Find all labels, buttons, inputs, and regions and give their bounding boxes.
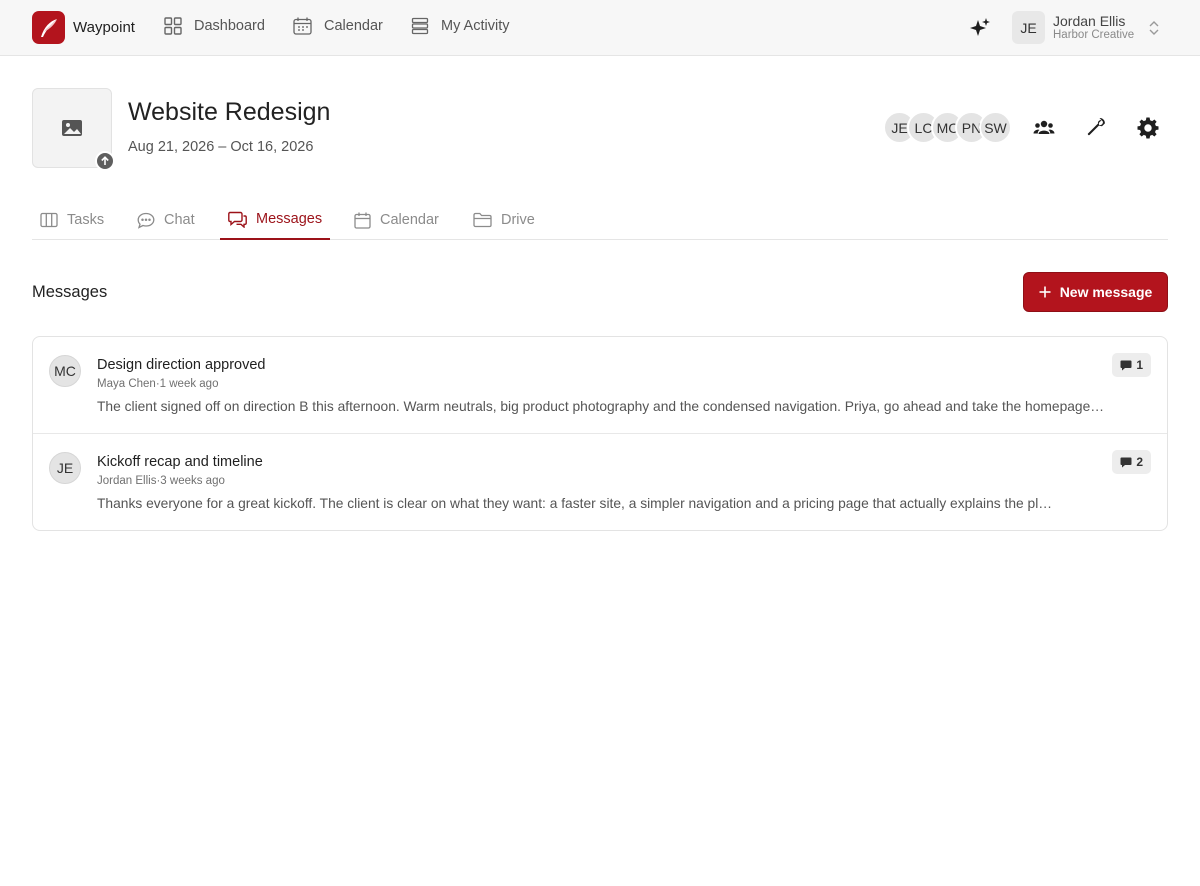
tools-button[interactable] xyxy=(1086,117,1106,142)
tab-messages[interactable]: Messages xyxy=(220,200,331,240)
comment-icon xyxy=(1120,457,1132,467)
message-list: MC Design direction approved Maya Chen·1… xyxy=(32,336,1168,531)
gear-icon xyxy=(1137,117,1159,139)
tab-calendar-label: Calendar xyxy=(380,212,439,228)
people-button[interactable] xyxy=(1033,117,1055,144)
nav-dashboard-label: Dashboard xyxy=(194,18,265,34)
dashboard-grid-icon xyxy=(164,17,182,35)
brand-name: Waypoint xyxy=(73,19,135,36)
message-time: 3 weeks ago xyxy=(160,475,225,487)
tab-drive[interactable]: Drive xyxy=(465,200,543,240)
message-meta: Jordan Ellis·3 weeks ago xyxy=(97,475,225,487)
nav-calendar-label: Calendar xyxy=(324,18,383,34)
ai-sparkle-button[interactable] xyxy=(969,17,991,44)
board-columns-icon xyxy=(40,212,58,228)
project-dates: Aug 21, 2026 – Oct 16, 2026 xyxy=(128,139,314,155)
wrench-icon xyxy=(1087,117,1105,136)
chat-bubble-icon xyxy=(137,212,155,229)
project-tabs: Tasks Chat Messages Calendar Drive xyxy=(32,200,1168,240)
brand[interactable]: Waypoint xyxy=(32,11,135,44)
new-message-button[interactable]: New message xyxy=(1023,272,1168,312)
message-item[interactable]: MC Design direction approved Maya Chen·1… xyxy=(33,337,1167,434)
messages-heading: Messages xyxy=(32,283,108,301)
tab-drive-label: Drive xyxy=(501,212,535,228)
calendar-icon xyxy=(354,212,371,229)
folder-icon xyxy=(473,212,492,228)
author-avatar: MC xyxy=(49,355,81,387)
author-avatar: JE xyxy=(49,452,81,484)
member-avatars[interactable]: JE LC MC PN SW xyxy=(883,111,1012,144)
message-author: Jordan Ellis xyxy=(97,475,157,487)
tab-calendar[interactable]: Calendar xyxy=(346,200,447,240)
nav-dashboard[interactable]: Dashboard xyxy=(164,17,265,35)
activity-list-icon xyxy=(411,17,429,35)
user-name: Jordan Ellis xyxy=(1053,12,1126,29)
messages-icon xyxy=(228,211,247,228)
message-meta: Maya Chen·1 week ago xyxy=(97,378,219,390)
top-navigation: Waypoint Dashboard Calendar My Activity … xyxy=(0,0,1200,56)
message-time: 1 week ago xyxy=(159,378,219,390)
upload-image-button[interactable] xyxy=(95,151,115,171)
settings-button[interactable] xyxy=(1137,117,1159,144)
user-switcher[interactable]: JE Jordan Ellis Harbor Creative xyxy=(1012,11,1134,44)
nav-calendar[interactable]: Calendar xyxy=(293,17,383,35)
arrow-up-icon xyxy=(101,156,109,165)
tab-messages-label: Messages xyxy=(256,211,323,227)
plus-icon xyxy=(1039,286,1051,298)
comment-count-badge: 1 xyxy=(1112,353,1151,377)
member-avatar[interactable]: SW xyxy=(979,111,1012,144)
tab-tasks[interactable]: Tasks xyxy=(32,200,112,240)
comment-icon xyxy=(1120,360,1132,370)
people-icon xyxy=(1033,120,1055,134)
tab-tasks-label: Tasks xyxy=(67,212,105,228)
comment-count: 2 xyxy=(1136,455,1143,469)
tab-chat-label: Chat xyxy=(164,212,195,228)
project-title: Website Redesign xyxy=(128,98,331,126)
message-item[interactable]: JE Kickoff recap and timeline Jordan Ell… xyxy=(33,434,1167,530)
calendar-icon xyxy=(293,17,312,35)
message-title: Kickoff recap and timeline xyxy=(97,454,263,470)
comment-count: 1 xyxy=(1136,358,1143,372)
tab-chat[interactable]: Chat xyxy=(129,200,203,240)
new-message-label: New message xyxy=(1059,284,1153,300)
message-title: Design direction approved xyxy=(97,357,266,373)
message-author: Maya Chen xyxy=(97,378,156,390)
image-icon xyxy=(62,120,82,136)
nav-my-activity-label: My Activity xyxy=(441,18,510,34)
user-avatar: JE xyxy=(1012,11,1045,44)
comment-count-badge: 2 xyxy=(1112,450,1151,474)
message-preview: The client signed off on direction B thi… xyxy=(97,399,1105,414)
nav-my-activity[interactable]: My Activity xyxy=(411,17,509,35)
chevron-up-down-icon[interactable] xyxy=(1148,19,1160,42)
sparkle-icon xyxy=(970,18,990,36)
message-preview: Thanks everyone for a great kickoff. The… xyxy=(97,496,1053,511)
user-org: Harbor Creative xyxy=(1053,28,1135,41)
brand-logo-icon xyxy=(32,11,65,44)
